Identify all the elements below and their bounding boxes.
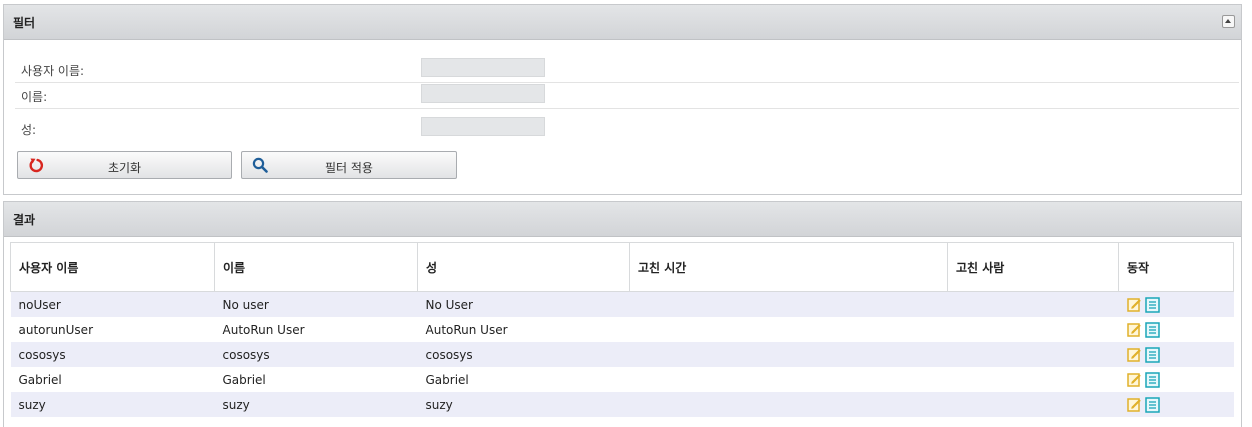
cell-modified-time [629,342,948,367]
reset-button-label: 초기화 [107,161,142,175]
column-header-actions: 동작 [1118,242,1234,292]
cell-modified-by [947,342,1119,367]
last-name-input[interactable] [421,117,545,136]
cell-actions [1118,317,1234,342]
cell-modified-by [947,291,1119,317]
cell-modified-time [629,291,948,317]
results-table-body: noUser No user No User autorunUser AutoR… [10,291,1234,417]
cell-actions [1118,291,1234,317]
filter-panel-header[interactable]: 필터 [4,5,1241,40]
details-icon[interactable] [1144,346,1160,363]
cell-modified-by [947,367,1119,392]
column-header-modified-time[interactable]: 고친 시간 [629,242,948,292]
filter-row-username: 사용자 이름: [15,56,1239,83]
filter-row-last-name: 성: [15,115,1239,141]
last-name-label: 성: [21,123,37,137]
apply-filter-button[interactable]: 필터 적용 [241,151,457,179]
cell-modified-time [629,367,948,392]
column-header-first-name[interactable]: 이름 [214,242,418,292]
cell-first-name: suzy [214,392,418,417]
cell-actions [1118,342,1234,367]
cell-modified-by [947,392,1119,417]
cell-first-name: No user [214,291,418,317]
cell-username: autorunUser [10,317,215,342]
filter-panel: 필터 사용자 이름: 이름: 성: 초기화 필터 적용 [3,4,1242,195]
cell-actions [1118,367,1234,392]
username-input[interactable] [421,58,545,77]
filter-row-first-name: 이름: [15,82,1239,109]
details-icon[interactable] [1144,296,1160,313]
table-row[interactable]: noUser No user No User [10,291,1234,317]
collapse-up-icon[interactable] [1222,15,1235,28]
table-row[interactable]: Gabriel Gabriel Gabriel [10,367,1234,392]
cell-username: noUser [10,291,215,317]
table-header-row: 사용자 이름 이름 성 고친 시간 고친 사람 동작 [10,242,1234,292]
results-panel: 결과 사용자 이름 이름 성 고친 시간 고친 사람 동작 noUser No … [3,201,1242,427]
edit-icon[interactable] [1126,372,1142,388]
cell-last-name: AutoRun User [417,317,630,342]
first-name-input[interactable] [421,84,545,103]
reset-button[interactable]: 초기화 [17,151,232,179]
cell-first-name: AutoRun User [214,317,418,342]
edit-icon[interactable] [1126,322,1142,338]
cell-last-name: suzy [417,392,630,417]
cell-first-name: cososys [214,342,418,367]
cell-username: cososys [10,342,215,367]
table-row[interactable]: suzy suzy suzy [10,392,1234,417]
first-name-label: 이름: [21,90,48,104]
table-row[interactable]: autorunUser AutoRun User AutoRun User [10,317,1234,342]
edit-icon[interactable] [1126,297,1142,313]
username-label: 사용자 이름: [21,64,85,78]
cell-username: Gabriel [10,367,215,392]
apply-filter-button-label: 필터 적용 [325,161,373,175]
cell-first-name: Gabriel [214,367,418,392]
results-table: 사용자 이름 이름 성 고친 시간 고친 사람 동작 noUser No use… [10,242,1234,417]
cell-actions [1118,392,1234,417]
edit-icon[interactable] [1126,397,1142,413]
cell-last-name: Gabriel [417,367,630,392]
results-panel-title: 결과 [13,213,36,227]
cell-modified-time [629,392,948,417]
column-header-username[interactable]: 사용자 이름 [10,242,215,292]
details-icon[interactable] [1144,371,1160,388]
cell-modified-by [947,317,1119,342]
cell-username: suzy [10,392,215,417]
details-icon[interactable] [1144,321,1160,338]
results-panel-header[interactable]: 결과 [4,202,1241,237]
cell-last-name: cososys [417,342,630,367]
cell-last-name: No User [417,291,630,317]
details-icon[interactable] [1144,396,1160,413]
table-row[interactable]: cososys cososys cososys [10,342,1234,367]
cell-modified-time [629,317,948,342]
edit-icon[interactable] [1126,347,1142,363]
filter-panel-title: 필터 [13,16,36,30]
column-header-modified-by[interactable]: 고친 사람 [947,242,1119,292]
column-header-last-name[interactable]: 성 [417,242,630,292]
